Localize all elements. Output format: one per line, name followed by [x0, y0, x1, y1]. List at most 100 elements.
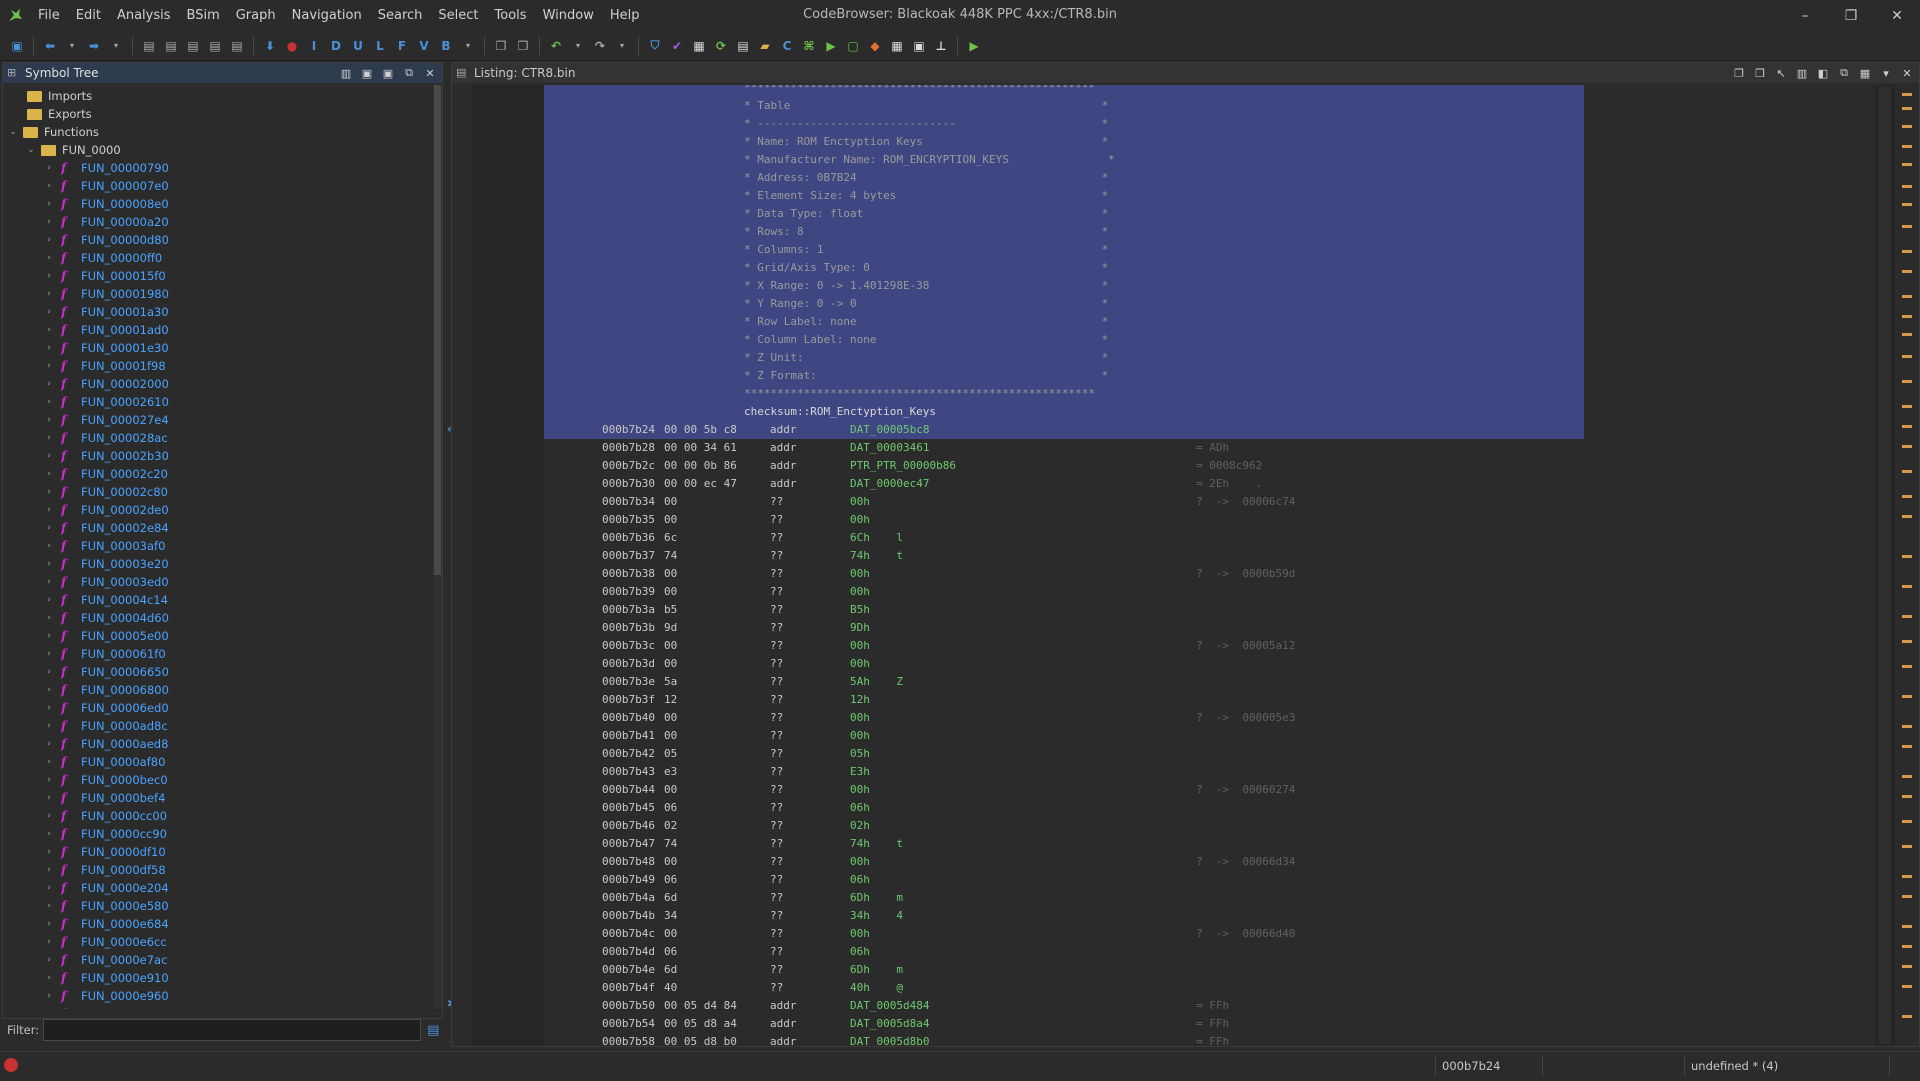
code-bytes[interactable]: 6d	[664, 889, 677, 907]
code-bytes[interactable]: 00	[664, 637, 677, 655]
cursor-icon[interactable]: ↖	[1773, 65, 1789, 81]
overview-marker[interactable]	[1902, 250, 1912, 253]
chevron-right-icon[interactable]: ›	[43, 703, 55, 713]
code-bytes[interactable]: 06	[664, 799, 677, 817]
chevron-right-icon[interactable]: ›	[43, 649, 55, 659]
code-mnemonic[interactable]: ??	[770, 565, 783, 583]
chevron-right-icon[interactable]: ›	[43, 793, 55, 803]
code-mnemonic[interactable]: ??	[770, 727, 783, 745]
chevron-right-icon[interactable]: ›	[43, 469, 55, 479]
code-operand[interactable]: 00h	[850, 781, 870, 799]
tree-node-function[interactable]: › f FUN_00005e00	[43, 627, 169, 645]
chevron-right-icon[interactable]: ›	[43, 757, 55, 767]
code-address[interactable]: 000b7b38	[602, 565, 655, 583]
close-panel-icon[interactable]: ✕	[1899, 65, 1915, 81]
toolbar-letter-d[interactable]: D	[327, 37, 345, 55]
toolbar-letter-l[interactable]: L	[371, 37, 389, 55]
minimize-button[interactable]: –	[1782, 0, 1828, 31]
code-bytes[interactable]: 6c	[664, 529, 677, 547]
paste-icon[interactable]: ❐	[514, 37, 532, 55]
tree-node-function[interactable]: › f FUN_00002de0	[43, 501, 168, 519]
code-mnemonic[interactable]: ??	[770, 619, 783, 637]
code-mnemonic[interactable]: ??	[770, 853, 783, 871]
tree-node-function[interactable]: › f FUN_00000790	[43, 159, 169, 177]
chevron-right-icon[interactable]: ›	[43, 541, 55, 551]
chevron-right-icon[interactable]: ›	[43, 253, 55, 263]
overview-marker[interactable]	[1902, 985, 1912, 988]
toolbar-letter-i[interactable]: I	[305, 37, 323, 55]
snapshot-icon[interactable]: ⧉	[401, 65, 417, 81]
status-indicator-icon[interactable]	[4, 1058, 18, 1072]
code-comment[interactable]: = 0008c962	[1196, 457, 1262, 475]
toolbar-letter-v[interactable]: V	[415, 37, 433, 55]
code-address[interactable]: 000b7b4d	[602, 943, 655, 961]
undo-icon[interactable]: ↶	[547, 37, 565, 55]
chevron-down-icon[interactable]: ⌄	[7, 127, 19, 137]
code-address[interactable]: 000b7b49	[602, 871, 655, 889]
menu-window[interactable]: Window	[535, 8, 602, 23]
code-bytes[interactable]: e3	[664, 763, 677, 781]
code-operand[interactable]: 34h 4	[850, 907, 903, 925]
code-address[interactable]: 000b7b41	[602, 727, 655, 745]
code-mnemonic[interactable]: ??	[770, 529, 783, 547]
tree-node-function[interactable]: › f FUN_0000bec0	[43, 771, 167, 789]
tree-node-function[interactable]: › f FUN_00002c80	[43, 483, 168, 501]
overview-marker[interactable]	[1902, 425, 1912, 428]
code-address[interactable]: 000b7b35	[602, 511, 655, 529]
code-operand[interactable]: 00h	[850, 727, 870, 745]
code-bytes[interactable]: 00	[664, 493, 677, 511]
tree-node-function[interactable]: › f FUN_000007e0	[43, 177, 169, 195]
bytes-icon[interactable]: ▦	[690, 37, 708, 55]
chevron-right-icon[interactable]: ›	[43, 487, 55, 497]
code-address[interactable]: 000b7b46	[602, 817, 655, 835]
chevron-right-icon[interactable]: ›	[43, 523, 55, 533]
code-operand[interactable]: 9Dh	[850, 619, 870, 637]
code-bytes[interactable]: 06	[664, 943, 677, 961]
code-address[interactable]: 000b7b42	[602, 745, 655, 763]
overview-marker[interactable]	[1902, 470, 1912, 473]
menu-tools[interactable]: Tools	[487, 8, 535, 23]
overview-marker[interactable]	[1902, 1015, 1912, 1018]
redo-icon[interactable]: ↷	[591, 37, 609, 55]
export-icon[interactable]: ▣	[359, 65, 375, 81]
code-comment[interactable]: = FFh	[1196, 1015, 1229, 1033]
code-bytes[interactable]: 74	[664, 547, 677, 565]
listing-scrollbar[interactable]	[1875, 85, 1895, 1046]
code-mnemonic[interactable]: ??	[770, 763, 783, 781]
tree-node-function[interactable]: › f FUN_00006ed0	[43, 699, 168, 717]
run-icon[interactable]: ▶	[822, 37, 840, 55]
overview-marker[interactable]	[1902, 795, 1912, 798]
code-operand[interactable]: 00h	[850, 655, 870, 673]
code-address[interactable]: 000b7b50	[602, 997, 655, 1015]
tree-node-function[interactable]: › f FUN_00006650	[43, 663, 169, 681]
code-address[interactable]: 000b7b34	[602, 493, 655, 511]
overview-marker[interactable]	[1902, 585, 1912, 588]
chevron-down-icon[interactable]: ▾	[1878, 65, 1894, 81]
code-mnemonic[interactable]: addr	[770, 475, 797, 493]
code-bytes[interactable]: b5	[664, 601, 677, 619]
table-label[interactable]: checksum::ROM_Enctyption_Keys	[744, 403, 936, 421]
overview-marker[interactable]	[1902, 820, 1912, 823]
overview-marker[interactable]	[1902, 163, 1912, 166]
code-address[interactable]: 000b7b37	[602, 547, 655, 565]
tree-node-functions[interactable]: ⌄ Functions	[7, 123, 99, 141]
overview-marker[interactable]	[1902, 845, 1912, 848]
code-operand[interactable]: 00h	[850, 511, 870, 529]
code-bytes[interactable]: 00	[664, 583, 677, 601]
snapshot-icon[interactable]: ⧉	[1836, 65, 1852, 81]
tree-node-function[interactable]: › f FUN_0000df58	[43, 861, 165, 879]
chevron-right-icon[interactable]: ›	[43, 235, 55, 245]
code-operand[interactable]: DAT_0005d8b0	[850, 1033, 929, 1046]
code-comment[interactable]: = FFh	[1196, 1033, 1229, 1046]
tree-scrollbar-thumb[interactable]	[434, 85, 441, 575]
code-bytes[interactable]: 40	[664, 979, 677, 997]
overview-marker[interactable]	[1902, 185, 1912, 188]
debugger-run-icon[interactable]: ▶	[965, 37, 983, 55]
code-operand[interactable]: DAT_00003461	[850, 439, 929, 457]
overview-marker[interactable]	[1902, 295, 1912, 298]
tree-node-function[interactable]: › f FUN_00002c20	[43, 465, 168, 483]
code-bytes[interactable]: 12	[664, 691, 677, 709]
folder-icon[interactable]: ▰	[756, 37, 774, 55]
filter-options-icon[interactable]: ▤	[427, 1023, 439, 1038]
code-mnemonic[interactable]: ??	[770, 817, 783, 835]
